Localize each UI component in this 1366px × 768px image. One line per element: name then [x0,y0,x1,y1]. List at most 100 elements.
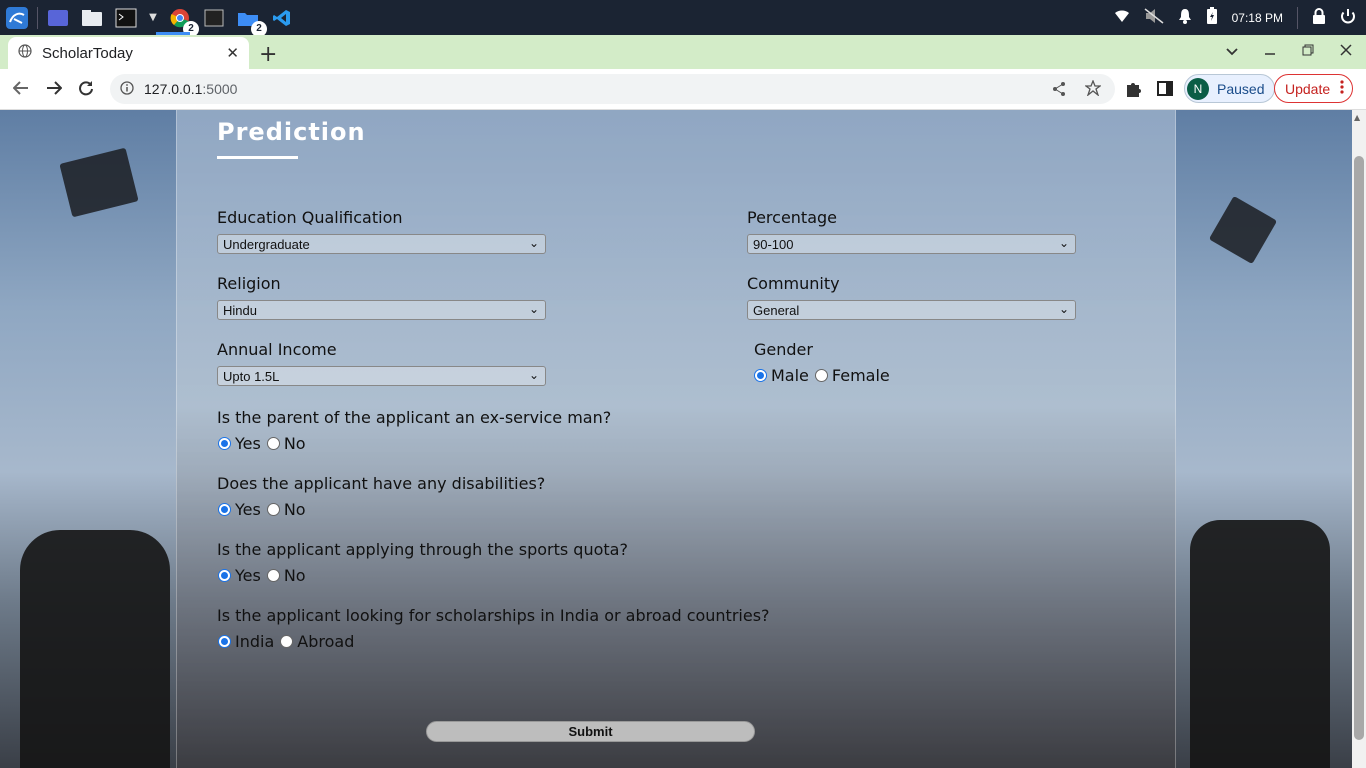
location-abroad-radio[interactable] [280,635,294,648]
folder-icon[interactable]: 2 [235,5,267,37]
update-button[interactable]: Update [1274,74,1354,103]
community-select[interactable]: General ⌄ [747,300,1076,320]
page-title: Prediction [217,118,366,146]
percentage-select[interactable]: 90-100 ⌄ [747,234,1076,254]
side-panel-icon[interactable] [1157,81,1173,100]
disability-yes-label: Yes [235,500,261,519]
browser-tabstrip: ScholarToday ✕ [0,35,1366,69]
ex-service-no-label: No [283,434,306,453]
close-tab-icon[interactable]: ✕ [226,44,239,62]
title-underline [217,156,298,159]
religion-label: Religion [217,274,281,293]
disability-label: Does the applicant have any disabilities… [217,474,546,493]
wifi-icon[interactable] [1114,8,1130,27]
sports-no-radio[interactable] [266,569,280,582]
page-content: Prediction Education Qualification Under… [0,110,1352,768]
education-label: Education Qualification [217,208,403,227]
update-label: Update [1285,80,1331,97]
new-tab-button[interactable]: + [259,42,277,67]
os-taskbar: ▼ 2 2 07:18 PM [0,0,1366,37]
graduation-cap-decoration [59,147,139,218]
notification-bell-icon[interactable] [1178,8,1192,28]
location-india-label: India [235,632,275,651]
prediction-form-panel: Prediction Education Qualification Under… [176,110,1176,768]
community-value: General [753,302,800,318]
terminal-window-icon[interactable] [201,5,227,31]
close-window-icon[interactable] [1340,44,1352,60]
profile-status: Paused [1217,80,1265,97]
extensions-puzzle-icon[interactable] [1125,80,1141,102]
clock[interactable]: 07:18 PM [1232,11,1283,25]
sports-yes-label: Yes [235,566,261,585]
chevron-down-icon: ⌄ [528,302,539,316]
terminal-icon[interactable] [113,5,139,31]
sports-yes-radio[interactable] [218,569,231,582]
scrollbar-thumb[interactable] [1354,156,1364,740]
disability-no-label: No [283,500,306,519]
forward-arrow-icon[interactable] [46,80,63,101]
chevron-down-icon: ⌄ [528,236,539,250]
gender-male-label: Male [771,366,809,385]
share-icon[interactable] [1051,81,1067,100]
ex-service-yes-radio[interactable] [218,437,231,450]
percentage-label: Percentage [747,208,838,227]
power-icon[interactable] [1340,8,1356,28]
profile-button[interactable]: N Paused [1184,74,1276,103]
site-info-icon[interactable] [120,80,134,98]
graduation-cap-decoration [1190,520,1330,768]
income-select[interactable]: Upto 1.5L ⌄ [217,366,546,386]
reload-icon[interactable] [78,80,94,101]
location-label: Is the applicant looking for scholarship… [217,606,770,625]
volume-muted-icon[interactable] [1144,7,1164,28]
chevron-down-icon: ⌄ [1058,236,1069,250]
tab-search-chevron-icon[interactable] [1226,44,1238,60]
lock-icon[interactable] [1312,7,1326,28]
globe-icon [18,44,32,62]
chevron-down-icon[interactable]: ▼ [147,5,159,31]
sports-radio-group: Yes No [218,566,312,585]
religion-value: Hindu [223,302,257,318]
religion-select[interactable]: Hindu ⌄ [217,300,546,320]
ex-service-no-radio[interactable] [266,437,280,450]
url-bar[interactable]: 127.0.0.1:5000 [110,74,1115,104]
income-value: Upto 1.5L [223,368,280,384]
url-port: :5000 [202,81,238,97]
gender-radio-group: Male Female [754,366,896,385]
url-host: 127.0.0.1 [144,81,203,97]
taskbar-divider [1297,6,1298,29]
vscode-icon[interactable] [269,5,295,31]
chevron-down-icon: ⌄ [1058,302,1069,316]
gender-female-label: Female [831,366,890,385]
location-radio-group: India Abroad [218,632,360,651]
disability-yes-radio[interactable] [218,503,231,516]
submit-button[interactable]: Submit [426,721,755,742]
education-select[interactable]: Undergraduate ⌄ [217,234,546,254]
ex-service-label: Is the parent of the applicant an ex-ser… [217,408,612,427]
window-controls [1226,35,1352,69]
minimize-icon[interactable] [1264,44,1276,60]
graduation-cap-decoration [20,530,170,768]
chevron-down-icon: ⌄ [528,368,539,382]
education-value: Undergraduate [223,236,310,252]
chrome-icon[interactable]: 2 [167,5,199,37]
bookmark-star-icon[interactable] [1084,79,1102,99]
ex-service-radio-group: Yes No [218,434,312,453]
kebab-menu-icon[interactable] [1340,80,1344,97]
back-arrow-icon[interactable] [12,80,29,101]
graduation-cap-decoration [1208,195,1278,265]
disability-no-radio[interactable] [266,503,280,516]
maximize-icon[interactable] [1302,44,1314,60]
scroll-up-icon[interactable]: ▲ [1354,113,1360,122]
sports-no-label: No [283,566,306,585]
battery-icon[interactable] [1206,6,1218,29]
location-india-radio[interactable] [218,635,231,648]
file-manager-icon[interactable] [79,5,105,31]
gender-female-radio[interactable] [814,369,828,382]
browser-toolbar: 127.0.0.1:5000 N Paused Update [0,69,1366,110]
gender-male-radio[interactable] [754,369,767,382]
ex-service-yes-label: Yes [235,434,261,453]
tab-scholartoday[interactable]: ScholarToday ✕ [8,37,249,69]
workspace-icon[interactable] [45,5,71,31]
gender-label: Gender [754,340,813,359]
kali-menu-icon[interactable] [4,5,30,31]
